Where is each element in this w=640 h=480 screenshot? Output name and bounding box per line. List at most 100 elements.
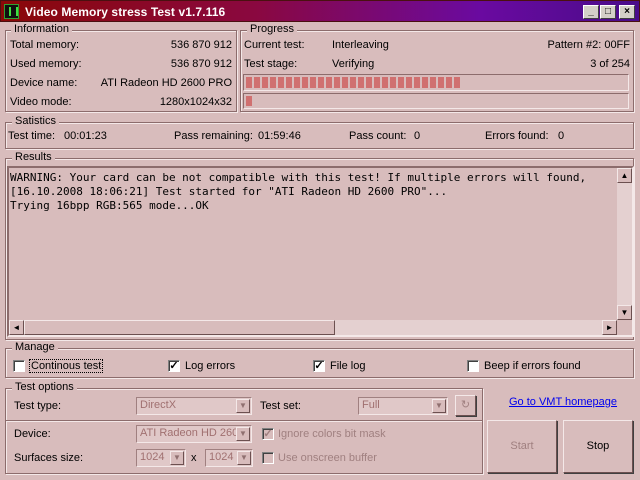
errors-found-label: Errors found:	[485, 130, 549, 142]
progress-segment	[270, 77, 276, 88]
device-value: ATI Radeon HD 2600	[140, 427, 245, 439]
file-log-label[interactable]: File log	[330, 360, 365, 372]
onscreen-buffer-checkbox[interactable]	[262, 452, 274, 464]
results-log[interactable]: WARNING: Your card can be not compatible…	[7, 166, 634, 337]
progress-segment	[262, 77, 268, 88]
results-line: Trying 16bpp RGB:565 mode...OK	[10, 199, 209, 212]
statistics-label: Satistics	[12, 115, 59, 127]
used-memory-value: 536 870 912	[170, 58, 232, 70]
vertical-scrollbar[interactable]	[617, 168, 632, 320]
test-set-value: Full	[362, 399, 380, 411]
results-label: Results	[12, 151, 55, 163]
progress-segment	[278, 77, 284, 88]
chevron-down-icon[interactable]: ▼	[236, 427, 250, 441]
vmt-homepage-link[interactable]: Go to VMT homepage	[509, 396, 617, 408]
total-progress-bar	[243, 93, 629, 109]
beep-errors-label[interactable]: Beep if errors found	[484, 360, 581, 372]
device-select[interactable]: ATI Radeon HD 2600 ▼	[136, 425, 252, 443]
minimize-button[interactable]: _	[583, 5, 599, 19]
surfaces-size-label: Surfaces size:	[14, 452, 84, 464]
beep-errors-checkbox[interactable]	[467, 360, 479, 372]
progress-segment	[246, 96, 252, 106]
progress-segment	[294, 77, 300, 88]
current-test-value: Interleaving	[332, 39, 389, 51]
chevron-down-icon[interactable]: ▼	[236, 399, 250, 413]
app-icon[interactable]	[4, 4, 19, 19]
log-errors-label[interactable]: Log errors	[185, 360, 235, 372]
progress-segment	[414, 77, 420, 88]
window-title: Video Memory stress Test v1.7.116	[25, 5, 226, 19]
progress-segment	[246, 77, 252, 88]
title-bar[interactable]: Video Memory stress Test v1.7.116 _ □ ×	[0, 0, 640, 22]
onscreen-buffer-label[interactable]: Use onscreen buffer	[278, 452, 377, 464]
progress-segment	[438, 77, 444, 88]
start-button[interactable]: Start	[487, 420, 557, 473]
log-errors-checkbox[interactable]: ✓	[168, 360, 180, 372]
progress-segment	[430, 77, 436, 88]
file-log-checkbox[interactable]: ✓	[313, 360, 325, 372]
progress-segment	[422, 77, 428, 88]
device-name-label: Device name:	[10, 77, 78, 89]
chevron-down-icon[interactable]: ▼	[432, 399, 446, 413]
device-label: Device:	[14, 428, 51, 440]
scroll-corner	[617, 320, 632, 335]
scroll-right-button[interactable]: ►	[602, 320, 617, 335]
scroll-left-button[interactable]: ◄	[9, 320, 24, 335]
manage-label: Manage	[12, 341, 58, 353]
test-set-select[interactable]: Full ▼	[358, 397, 448, 415]
test-type-select[interactable]: DirectX ▼	[136, 397, 252, 415]
pass-count-value: 0	[414, 130, 421, 142]
progress-segment	[446, 77, 452, 88]
progress-segment	[374, 77, 380, 88]
ignore-colors-checkbox[interactable]: ✓	[262, 428, 274, 440]
current-test-label: Current test:	[244, 39, 305, 51]
progress-segment	[382, 77, 388, 88]
surface-height-select[interactable]: 1024 ▼	[205, 449, 253, 467]
test-time-label: Test time:	[8, 130, 56, 142]
progress-segment	[254, 77, 260, 88]
progress-segment	[286, 77, 292, 88]
surface-height-value: 1024	[209, 451, 234, 463]
horizontal-scroll-thumb[interactable]	[24, 320, 335, 335]
pattern-value: Pattern #2: 00FF	[547, 39, 630, 51]
information-label: Information	[11, 23, 73, 35]
test-time-value: 00:01:23	[64, 130, 107, 142]
maximize-button[interactable]: □	[600, 5, 616, 19]
continous-test-label[interactable]: Continous test	[29, 359, 104, 373]
video-mode-value: 1280x1024x32	[159, 96, 232, 108]
chevron-down-icon[interactable]: ▼	[170, 451, 184, 465]
stage-count: 3 of 254	[590, 58, 630, 70]
stop-button[interactable]: Stop	[563, 420, 633, 473]
close-button[interactable]: ×	[619, 5, 635, 19]
test-stage-value: Verifying	[332, 58, 375, 70]
test-stage-label: Test stage:	[244, 58, 298, 70]
continous-test-checkbox[interactable]	[13, 360, 25, 372]
test-options-label: Test options	[12, 381, 77, 393]
surface-width-value: 1024	[140, 451, 165, 463]
test-type-value: DirectX	[140, 399, 177, 411]
test-set-label: Test set:	[260, 400, 301, 412]
video-mode-label: Video mode:	[10, 96, 72, 108]
refresh-icon[interactable]: ↻	[455, 395, 476, 416]
pass-remaining-value: 01:59:46	[258, 130, 301, 142]
chevron-down-icon[interactable]: ▼	[237, 451, 251, 465]
progress-segment	[406, 77, 412, 88]
ignore-colors-label[interactable]: Ignore colors bit mask	[278, 428, 386, 440]
pass-remaining-label: Pass remaining:	[174, 130, 253, 142]
progress-label: Progress	[247, 23, 298, 35]
progress-segment	[398, 77, 404, 88]
progress-segment	[390, 77, 396, 88]
errors-found-value: 0	[558, 130, 565, 142]
surface-width-select[interactable]: 1024 ▼	[136, 449, 186, 467]
scroll-up-button[interactable]: ▲	[617, 168, 632, 183]
progress-segment	[358, 77, 364, 88]
results-line: [16.10.2008 18:06:21] Test started for "…	[10, 185, 448, 198]
progress-segment	[342, 77, 348, 88]
times-symbol: x	[191, 452, 197, 464]
used-memory-label: Used memory:	[10, 58, 82, 70]
device-name-value: ATI Radeon HD 2600 PRO	[100, 77, 232, 89]
results-line: WARNING: Your card can be not compatible…	[10, 171, 587, 184]
test-options-divider	[6, 420, 482, 421]
scroll-down-button[interactable]: ▼	[617, 305, 632, 320]
progress-segment	[350, 77, 356, 88]
